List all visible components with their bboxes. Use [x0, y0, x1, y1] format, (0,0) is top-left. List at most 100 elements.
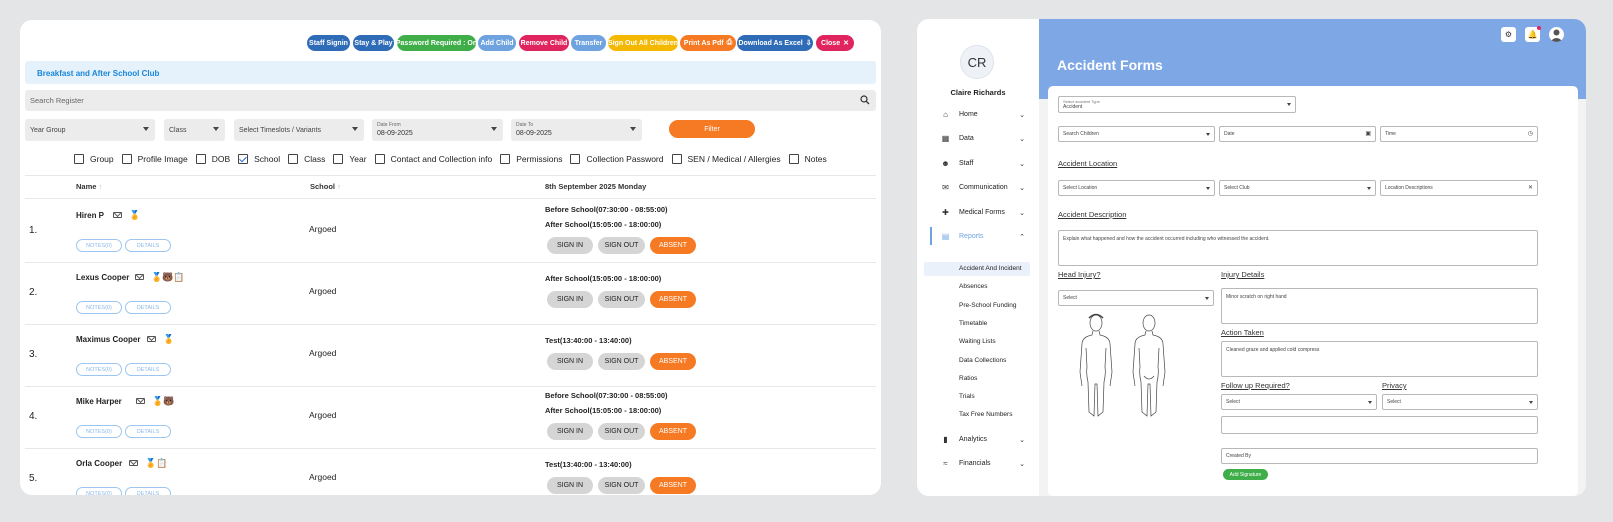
sidebar-item-communication[interactable]: ✉ Communication ⌄ — [941, 183, 1025, 192]
absent-button[interactable]: ABSENT — [650, 237, 696, 254]
injury-details-textarea[interactable]: Minor scratch on right hand — [1221, 288, 1538, 324]
column-toggle[interactable]: Class — [288, 154, 325, 164]
sidebar-item-home[interactable]: ⌂ Home ⌄ — [941, 110, 1025, 119]
close-button[interactable]: Close ✕ — [816, 35, 854, 51]
stay-and-play-button[interactable]: Stay & Play — [353, 35, 394, 51]
date-to-select[interactable]: Date To 08-09-2025 — [511, 119, 642, 141]
email-icon[interactable] — [135, 274, 144, 280]
search-register-input[interactable]: Search Register — [25, 90, 876, 111]
location-descriptions-select[interactable]: Location Descriptions ✕ — [1380, 180, 1538, 196]
checkbox[interactable] — [671, 154, 682, 164]
sidebar-subitem[interactable]: Waiting Lists — [959, 338, 996, 345]
clock-icon[interactable]: ◷ — [1528, 130, 1533, 137]
sidebar-item-medical-forms[interactable]: ✚ Medical Forms ⌄ — [941, 208, 1025, 217]
password-required-button[interactable]: Password Required : On — [396, 35, 477, 51]
add-signature-button[interactable]: Add Signature — [1223, 469, 1268, 480]
column-toggle[interactable]: DOB — [195, 154, 230, 164]
checkbox[interactable] — [788, 154, 799, 164]
sidebar-subitem[interactable]: Timetable — [959, 320, 987, 327]
timeslots-select[interactable]: Select Timeslots / Variants — [234, 119, 364, 141]
follow-up-select[interactable]: Select — [1221, 394, 1377, 410]
details-button[interactable]: DETAILS — [125, 487, 171, 495]
date-field[interactable]: Date ▣ — [1219, 126, 1376, 142]
created-by-field[interactable]: Created By — [1221, 448, 1538, 464]
class-select[interactable]: Class — [164, 119, 225, 141]
sidebar-item-financials[interactable]: ≈ Financials ⌄ — [941, 459, 1025, 468]
sidebar-subitem[interactable]: Pre-School Funding — [959, 302, 1016, 309]
follow-up-textarea[interactable] — [1221, 416, 1538, 434]
checkbox[interactable] — [74, 154, 84, 164]
sign-in-button[interactable]: SIGN IN — [547, 353, 593, 370]
column-toggle[interactable]: Permissions — [500, 154, 562, 164]
sidebar-subitem[interactable]: Data Collections — [959, 357, 1006, 364]
school-column-header[interactable]: School ↑ — [310, 182, 341, 191]
name-column-header[interactable]: Name ↑ — [76, 182, 102, 191]
sidebar-item-staff[interactable]: ☻ Staff ⌄ — [941, 159, 1025, 168]
details-button[interactable]: DETAILS — [125, 425, 171, 438]
body-diagram[interactable] — [1074, 312, 1174, 420]
checkbox[interactable] — [333, 154, 344, 164]
details-button[interactable]: DETAILS — [125, 301, 171, 314]
filter-button[interactable]: Filter — [669, 120, 755, 138]
accident-description-textarea[interactable]: Explain what happened and how the accide… — [1058, 230, 1538, 266]
avatar[interactable]: CR — [960, 45, 994, 79]
add-child-button[interactable]: Add Child — [478, 35, 516, 51]
privacy-select[interactable]: Select — [1382, 394, 1538, 410]
accident-type-select[interactable]: Select accident Type Accident — [1058, 96, 1296, 113]
absent-button[interactable]: ABSENT — [650, 423, 696, 440]
sidebar-item-data[interactable]: ▦ Data ⌄ — [941, 134, 1025, 143]
checkbox[interactable] — [374, 154, 385, 164]
absent-button[interactable]: ABSENT — [650, 477, 696, 494]
checkbox[interactable] — [238, 154, 249, 164]
column-toggle[interactable]: School — [238, 154, 280, 164]
download-excel-button[interactable]: Download As Excel ⇩ — [737, 35, 813, 51]
child-name[interactable]: Lexus Cooper — [76, 273, 129, 282]
sign-in-button[interactable]: SIGN IN — [547, 291, 593, 308]
sign-in-button[interactable]: SIGN IN — [547, 423, 593, 440]
location-select[interactable]: Select Location — [1058, 180, 1215, 196]
child-name[interactable]: Mike Harper — [76, 397, 122, 406]
head-injury-select[interactable]: Select — [1058, 290, 1214, 306]
sidebar-subitem[interactable]: Accident And Incident — [959, 265, 1022, 272]
sign-in-button[interactable]: SIGN IN — [547, 237, 593, 254]
checkbox[interactable] — [570, 154, 581, 164]
sidebar-item-reports[interactable]: ▤ Reports ⌃ — [941, 232, 1025, 241]
search-icon[interactable] — [860, 95, 870, 105]
sort-arrow-icon[interactable]: ↑ — [337, 182, 341, 191]
year-group-select[interactable]: Year Group — [25, 119, 155, 141]
sign-out-all-button[interactable]: Sign Out All Children — [608, 35, 678, 51]
notes-button[interactable]: NOTES(0) — [76, 487, 122, 495]
checkbox[interactable] — [500, 154, 511, 164]
sort-arrow-icon[interactable]: ↑ — [99, 182, 103, 191]
column-toggle[interactable]: Year — [333, 154, 367, 164]
column-toggle[interactable]: Profile Image — [121, 154, 188, 164]
column-toggle[interactable]: Contact and Collection info — [374, 154, 492, 164]
time-field[interactable]: Time ◷ — [1380, 126, 1538, 142]
transfer-button[interactable]: Transfer — [571, 35, 606, 51]
sidebar-subitem[interactable]: Absences — [959, 283, 988, 290]
sign-out-button[interactable]: SIGN OUT — [598, 291, 645, 308]
remove-child-button[interactable]: Remove Child — [519, 35, 569, 51]
sidebar-subitem[interactable]: Tax Free Numbers — [959, 411, 1012, 418]
email-icon[interactable] — [136, 398, 145, 404]
column-toggle[interactable]: Notes — [788, 154, 827, 164]
sign-in-button[interactable]: SIGN IN — [547, 477, 593, 494]
email-icon[interactable] — [129, 460, 138, 466]
checkbox[interactable] — [288, 154, 299, 164]
sidebar-subitem[interactable]: Trials — [959, 393, 975, 400]
sign-out-button[interactable]: SIGN OUT — [598, 423, 645, 440]
checkbox[interactable] — [121, 154, 132, 164]
column-toggle[interactable]: Group — [74, 154, 114, 164]
absent-button[interactable]: ABSENT — [650, 291, 696, 308]
child-name[interactable]: Hiren P — [76, 211, 104, 220]
child-name[interactable]: Maximus Cooper — [76, 335, 140, 344]
notes-button[interactable]: NOTES(0) — [76, 363, 122, 376]
sidebar-item-analytics[interactable]: ▮ Analytics ⌄ — [941, 435, 1025, 444]
settings-icon[interactable]: ⚙ — [1501, 27, 1516, 42]
date-from-select[interactable]: Date From 08-09-2025 — [372, 119, 503, 141]
sign-out-button[interactable]: SIGN OUT — [598, 237, 645, 254]
notes-button[interactable]: NOTES(0) — [76, 239, 122, 252]
sign-out-button[interactable]: SIGN OUT — [598, 477, 645, 494]
column-toggle[interactable]: Collection Password — [570, 154, 664, 164]
club-select[interactable]: Select Club — [1219, 180, 1376, 196]
